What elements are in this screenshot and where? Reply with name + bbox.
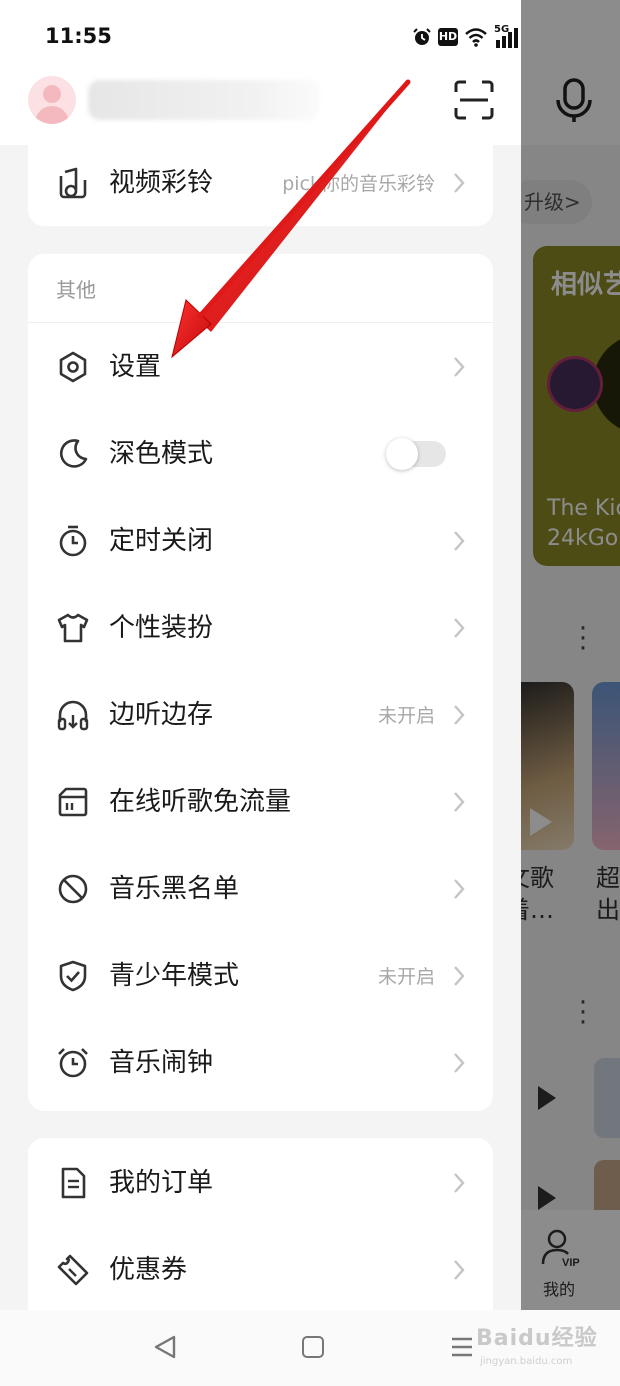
- shield-check-icon: [59, 960, 87, 992]
- settings-hexagon-icon: [59, 351, 87, 383]
- listen-and-save-row[interactable]: 边听边存 未开启: [28, 672, 493, 759]
- music-blacklist-row[interactable]: 音乐黑名单: [28, 846, 493, 933]
- status-time: 11:55: [45, 24, 112, 48]
- row-label: 在线听歌免流量: [109, 787, 292, 817]
- chevron-right-icon: [454, 531, 465, 551]
- free-data-row[interactable]: 在线听歌免流量: [28, 759, 493, 846]
- row-label: 视频彩铃: [109, 168, 214, 198]
- row-hint: 未开启: [377, 705, 435, 727]
- headphones-download-icon: [57, 700, 89, 731]
- video-ringtone-row[interactable]: 视频彩铃 pick你的音乐彩铃: [28, 140, 493, 227]
- row-label: 边听边存: [109, 700, 214, 730]
- dim-overlay[interactable]: [520, 0, 620, 1310]
- avatar[interactable]: [28, 76, 76, 124]
- block-icon: [58, 874, 88, 904]
- back-triangle-icon[interactable]: [152, 1334, 178, 1360]
- order-document-icon: [61, 1167, 86, 1199]
- row-hint: 未开启: [377, 966, 435, 988]
- row-label: 我的订单: [109, 1168, 214, 1198]
- watermark: Baidu经验: [476, 1326, 598, 1351]
- chevron-right-icon: [454, 966, 465, 986]
- row-label: 音乐闹钟: [109, 1048, 214, 1078]
- row-label: 深色模式: [109, 439, 214, 469]
- wifi-icon: [465, 28, 487, 47]
- timer-icon: [59, 525, 87, 557]
- chevron-right-icon: [454, 357, 465, 377]
- dark-mode-row: 深色模式: [28, 411, 493, 498]
- row-hint: pick你的音乐彩铃: [282, 173, 435, 195]
- toggle-knob: [386, 438, 418, 470]
- scan-icon[interactable]: [454, 80, 494, 120]
- drawer-header: 11:55 HD 5G 67: [0, 0, 521, 145]
- row-label: 音乐黑名单: [109, 874, 240, 904]
- row-label: 青少年模式: [109, 961, 240, 991]
- row-label: 设置: [109, 352, 162, 382]
- chevron-right-icon: [454, 618, 465, 638]
- home-square-icon[interactable]: [302, 1336, 324, 1358]
- section-divider: [28, 322, 493, 323]
- dark-mode-toggle[interactable]: [386, 438, 446, 470]
- cellular-signal-icon: 5G: [494, 24, 520, 48]
- chevron-right-icon: [454, 1053, 465, 1073]
- settings-row[interactable]: 设置: [28, 324, 493, 411]
- row-label: 定时关闭: [109, 526, 214, 556]
- music-note-icon: [59, 167, 87, 199]
- orders-card: 我的订单 优惠券: [28, 1138, 493, 1310]
- menu-lines-icon[interactable]: [450, 1336, 474, 1358]
- alarm-clock-icon: [58, 1048, 88, 1078]
- chevron-right-icon: [454, 173, 465, 193]
- sleep-timer-row[interactable]: 定时关闭: [28, 498, 493, 585]
- network-type: 5G: [494, 24, 510, 35]
- row-label: 优惠券: [109, 1255, 188, 1285]
- teen-mode-row[interactable]: 青少年模式 未开启: [28, 933, 493, 1020]
- coupon-row[interactable]: 优惠券: [28, 1227, 493, 1310]
- chevron-right-icon: [454, 879, 465, 899]
- alarm-icon: [413, 28, 431, 45]
- video-ringtone-card: 视频彩铃 pick你的音乐彩铃: [28, 140, 493, 226]
- chevron-right-icon: [454, 1260, 465, 1280]
- coupon-ticket-icon: [57, 1254, 89, 1286]
- tshirt-icon: [57, 613, 89, 643]
- hd-badge: HD: [438, 28, 458, 46]
- chevron-right-icon: [454, 705, 465, 725]
- my-orders-row[interactable]: 我的订单: [28, 1140, 493, 1227]
- moon-icon: [59, 439, 88, 468]
- chevron-right-icon: [454, 1173, 465, 1193]
- row-label: 个性装扮: [109, 613, 214, 643]
- other-settings-card: 其他 设置 深色模式 定时关闭 个性装扮 边听边存 未开启 在线听歌免流量 音乐…: [28, 254, 493, 1111]
- chevron-right-icon: [454, 792, 465, 812]
- section-title: 其他: [56, 278, 96, 302]
- watermark-url: jingyan.baidu.com: [480, 1356, 573, 1367]
- username-blurred[interactable]: [88, 80, 320, 120]
- status-icons: HD 5G 67: [412, 24, 521, 50]
- side-drawer: 11:55 HD 5G 67: [0, 0, 521, 1310]
- music-alarm-row[interactable]: 音乐闹钟: [28, 1020, 493, 1107]
- theme-dressup-row[interactable]: 个性装扮: [28, 585, 493, 672]
- sim-card-icon: [58, 787, 88, 817]
